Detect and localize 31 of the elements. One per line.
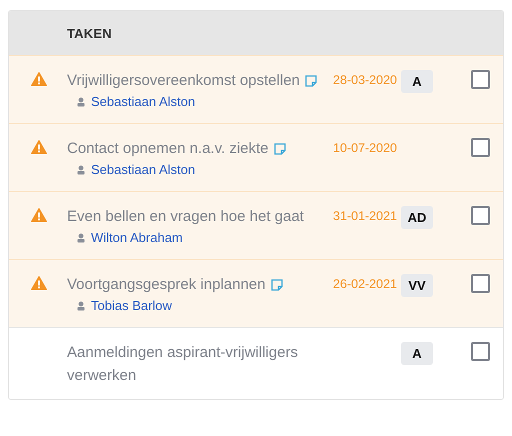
task-title[interactable]: Even bellen en vragen hoe het gaat bbox=[67, 205, 304, 228]
column-header: TAKEN bbox=[67, 26, 112, 40]
warning-icon bbox=[31, 276, 47, 290]
person-icon bbox=[77, 301, 85, 311]
checkbox[interactable] bbox=[471, 342, 490, 361]
person-icon bbox=[77, 233, 85, 243]
assignee-link[interactable]: Wilton Abraham bbox=[91, 229, 183, 247]
checkbox[interactable] bbox=[471, 206, 490, 225]
person-icon bbox=[77, 97, 85, 107]
due-date: 31-01-2021 bbox=[333, 209, 397, 223]
assignee-link[interactable]: Tobias Barlow bbox=[91, 297, 172, 315]
initials-badge: A bbox=[401, 70, 433, 93]
assignee-link[interactable]: Sebastiaan Alston bbox=[91, 161, 196, 179]
due-date: 28-03-2020 bbox=[333, 73, 397, 87]
due-date: 10-07-2020 bbox=[333, 141, 397, 155]
warning-icon bbox=[31, 140, 47, 154]
person-icon bbox=[77, 165, 85, 175]
warning-icon bbox=[31, 208, 47, 222]
task-title[interactable]: Voortgangsgesprek inplannen bbox=[67, 273, 266, 296]
task-title[interactable]: Aanmeldingen aspirant-vrijwilligers verwerken bbox=[67, 341, 317, 387]
initials-badge: AD bbox=[401, 206, 433, 229]
warning-icon bbox=[31, 72, 47, 86]
task-title[interactable]: Vrijwilligersovereenkomst opstellen bbox=[67, 69, 300, 92]
assignee-link[interactable]: Sebastiaan Alston bbox=[91, 93, 196, 111]
checkbox[interactable] bbox=[471, 70, 490, 89]
task-title[interactable]: Contact opnemen n.a.v. ziekte bbox=[67, 137, 269, 160]
checkbox[interactable] bbox=[471, 274, 490, 293]
checkbox[interactable] bbox=[471, 138, 490, 157]
due-date: 26-02-2021 bbox=[333, 277, 397, 291]
initials-badge: A bbox=[401, 342, 433, 365]
initials-badge: VV bbox=[401, 274, 433, 297]
